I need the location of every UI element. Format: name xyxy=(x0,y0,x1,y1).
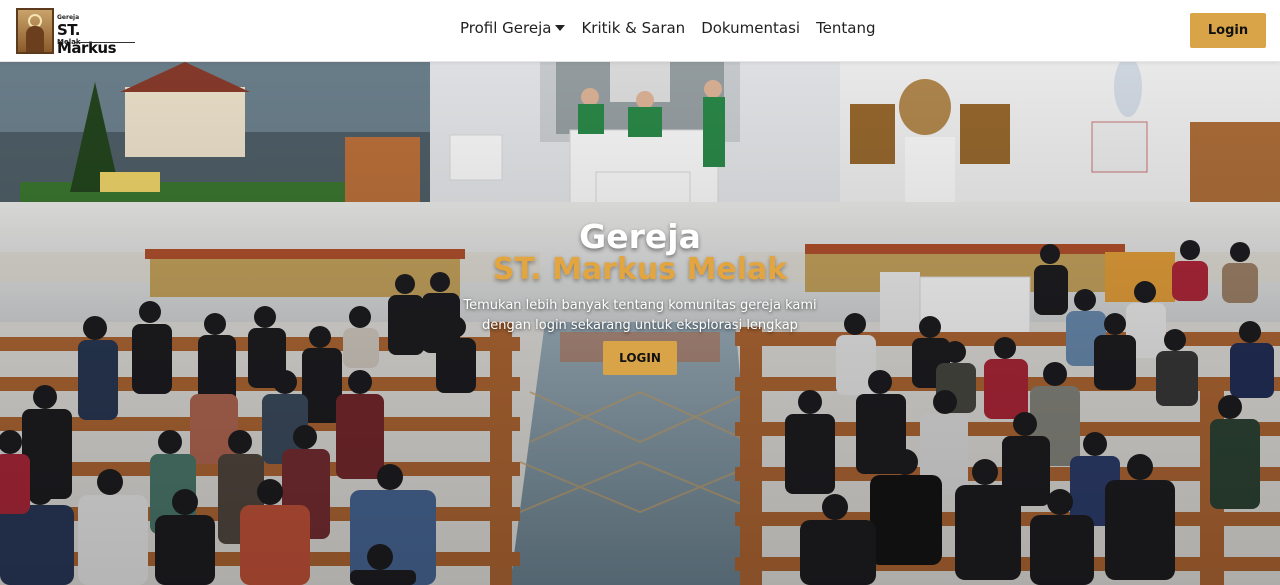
main-nav: Profil Gereja Kritik & Saran Dokumentasi… xyxy=(460,19,892,37)
hero-section: Gereja ST. Markus Melak Temukan lebih ba… xyxy=(0,62,1280,585)
saint-mark-logo-icon xyxy=(16,8,54,54)
login-button[interactable]: Login xyxy=(1190,13,1266,48)
hero-title-line1: Gereja xyxy=(579,217,701,256)
brand-text: Gereja ST. Markus Melak xyxy=(57,8,137,57)
hero-subtitle-line2: dengan login sekarang untuk eksplorasi l… xyxy=(482,318,798,333)
nav-item-label: Kritik & Saran xyxy=(581,19,686,37)
hero-title-line2: ST. Markus Melak xyxy=(492,252,788,287)
hero-login-button[interactable]: LOGIN xyxy=(603,341,677,375)
brand-logo[interactable]: Gereja ST. Markus Melak xyxy=(16,8,137,57)
nav-item-label: Tentang xyxy=(816,19,876,37)
caret-down-icon xyxy=(555,25,566,31)
hero-subtitle: Temukan lebih banyak tentang komunitas g… xyxy=(0,296,1280,336)
nav-item-dokumentasi[interactable]: Dokumentasi xyxy=(701,19,800,37)
hero-subtitle-line1: Temukan lebih banyak tentang komunitas g… xyxy=(463,298,817,313)
nav-item-profil-gereja[interactable]: Profil Gereja xyxy=(460,19,566,37)
top-navbar: Gereja ST. Markus Melak Profil Gereja Kr… xyxy=(0,0,1280,62)
nav-item-label: Profil Gereja xyxy=(460,19,552,37)
nav-item-kritik-saran[interactable]: Kritik & Saran xyxy=(581,19,685,37)
nav-item-label: Dokumentasi xyxy=(701,19,801,37)
brand-top-text: Gereja xyxy=(57,14,80,21)
nav-item-tentang[interactable]: Tentang xyxy=(816,19,875,37)
